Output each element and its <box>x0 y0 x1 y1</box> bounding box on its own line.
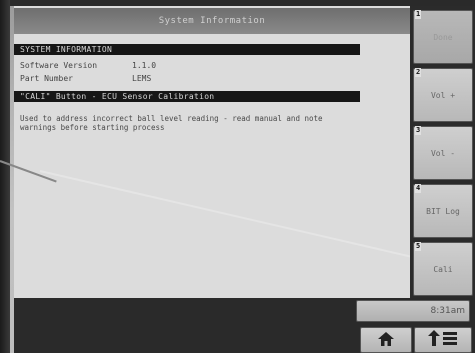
cali-button-label: Cali <box>433 264 453 274</box>
bezel-left <box>0 0 10 353</box>
vol-up-button-label: Vol + <box>430 90 456 100</box>
vol-up-button[interactable]: 2 Vol + <box>413 68 473 122</box>
home-button[interactable] <box>360 327 412 353</box>
vol-down-button[interactable]: 3 Vol - <box>413 126 473 180</box>
softkey-number: 2 <box>415 68 422 77</box>
softkey-number: 1 <box>415 10 422 19</box>
softkey-number: 4 <box>415 184 422 193</box>
clock-display: 8:31am <box>356 300 470 322</box>
cali-button[interactable]: 5 Cali <box>413 242 473 296</box>
arrow-menu-icon <box>428 330 458 350</box>
softkey-number: 3 <box>415 126 422 135</box>
softkey-column: 1 Done 2 Vol + 3 Vol - 4 BIT Log 5 Cali <box>410 6 475 298</box>
bit-log-button-label: BIT Log <box>426 206 460 216</box>
vol-down-button-label: Vol - <box>430 148 456 158</box>
done-button-label: Done <box>433 32 453 42</box>
main-panel: System Information SYSTEM INFORMATION So… <box>14 6 412 298</box>
window-title: System Information <box>14 8 410 34</box>
bit-log-button[interactable]: 4 BIT Log <box>413 184 473 238</box>
software-version-value: 1.1.0 <box>132 61 157 70</box>
section-header-cali: "CALI" Button - ECU Sensor Calibration <box>14 91 360 102</box>
section-header-system-info: SYSTEM INFORMATION <box>14 44 360 55</box>
cali-description: Used to address incorrect ball level rea… <box>20 114 323 132</box>
part-number-label: Part Number <box>20 74 73 83</box>
part-number-value: LEMS <box>132 74 152 83</box>
home-icon <box>378 331 394 350</box>
done-button[interactable]: 1 Done <box>413 10 473 64</box>
software-version-label: Software Version <box>20 61 98 70</box>
menu-button[interactable] <box>414 327 472 353</box>
softkey-number: 5 <box>415 242 422 251</box>
